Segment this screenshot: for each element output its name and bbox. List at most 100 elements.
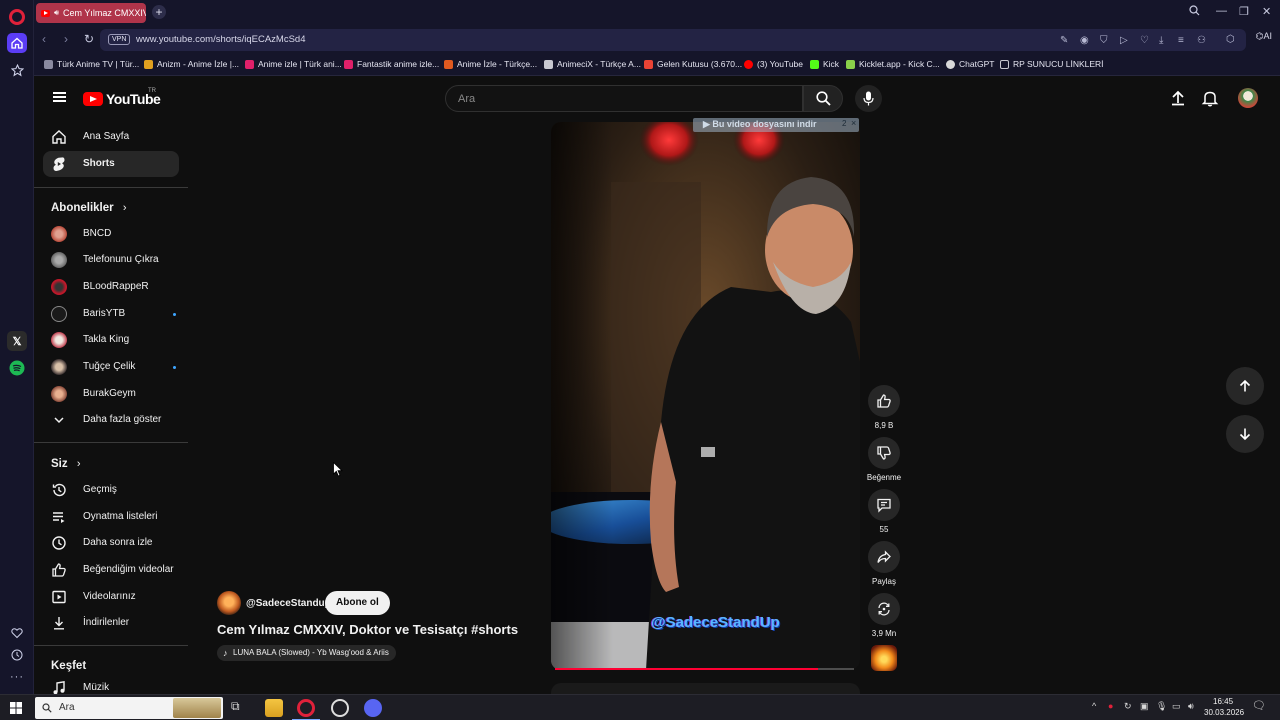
guide-item-downloads[interactable]: İndirilenler [43, 610, 179, 636]
profile-icon[interactable]: ⚇ [1197, 35, 1206, 46]
account-avatar[interactable] [1238, 88, 1258, 108]
short-title[interactable]: Cem Yılmaz CMXXIV, Doktor ve Tesisatçı #… [217, 622, 518, 637]
back-icon[interactable]: ‹ [42, 32, 46, 46]
task-view-icon[interactable]: ⧉ [231, 699, 249, 717]
opera-logo-icon[interactable] [9, 9, 25, 25]
next-short-button[interactable] [1226, 415, 1264, 453]
dislike-button[interactable] [868, 437, 900, 469]
bookmark-item[interactable]: (3) YouTube [744, 59, 803, 69]
forward-icon[interactable]: › [64, 32, 68, 46]
tray-record-icon[interactable]: ● [1108, 701, 1113, 711]
share-button[interactable] [868, 541, 900, 573]
bookmark-item[interactable]: Gelen Kutusu (3.670... [644, 59, 742, 69]
you-header[interactable]: Siz › [51, 458, 81, 470]
guide-item-shorts[interactable]: Shorts [43, 151, 179, 177]
bookmark-item[interactable]: Kick [810, 59, 839, 69]
bookmark-item[interactable]: Türk Anime TV | Tür... [44, 59, 139, 69]
minimize-icon[interactable]: — [1216, 5, 1227, 17]
file-explorer-icon[interactable] [265, 699, 283, 717]
subscriptions-header[interactable]: Abonelikler › [51, 202, 127, 214]
star-icon[interactable] [7, 60, 27, 80]
bookmark-item[interactable]: AnimeciX - Türkçe A... [544, 59, 641, 69]
tray-volume-icon[interactable]: 🔊︎ [1188, 701, 1194, 712]
notification-center-icon[interactable]: 🗨︎ [1252, 699, 1266, 712]
voice-search-button[interactable] [855, 85, 882, 112]
subscribe-button[interactable]: Abone ol [325, 591, 390, 615]
guide-item-watch-later[interactable]: Daha sonra izle [43, 530, 179, 556]
download-icon[interactable]: ⤓ [1159, 35, 1163, 46]
notifications-icon[interactable] [1201, 89, 1219, 107]
play-icon[interactable]: ▷ [1120, 35, 1128, 46]
previous-short-button[interactable] [1226, 367, 1264, 405]
subscription-item[interactable]: Telefonunu Çıkra [43, 247, 179, 273]
edit-icon[interactable]: ✎ [1060, 35, 1068, 46]
upload-icon[interactable] [1169, 89, 1187, 107]
tray-mic-icon[interactable]: 🎙︎ [1156, 701, 1167, 712]
menu-list-icon[interactable]: ≡ [1178, 35, 1184, 46]
tab-active[interactable]: 🔊︎ Cem Yılmaz CMXXIV, D [36, 3, 146, 23]
guide-item-your-videos[interactable]: Videolarınız [43, 584, 179, 610]
x-twitter-icon[interactable]: 𝕏 [7, 331, 27, 351]
tray-app-icon[interactable]: ▣ [1140, 701, 1149, 712]
aria-ai-button[interactable]: ⌬AI [1256, 31, 1272, 42]
guide-item-music[interactable]: Müzik [43, 675, 179, 694]
search-input[interactable]: Ara [445, 85, 803, 112]
discord-icon[interactable] [364, 699, 382, 717]
clock-date[interactable]: 30.03.2026 [1204, 708, 1244, 717]
subscription-item[interactable]: BNCD [43, 221, 179, 247]
guide-item-history[interactable]: Geçmiş [43, 477, 179, 503]
taskbar-search[interactable]: Ara [35, 697, 223, 719]
download-video-banner[interactable]: ▶ Bu video dosyasını indir 2 × [693, 118, 859, 132]
show-more-button[interactable]: Daha fazla göster [43, 407, 179, 433]
home-icon[interactable] [7, 33, 27, 53]
bookmark-folder[interactable]: RP SUNUCU LİNKLERİ [1000, 59, 1104, 69]
subscription-item[interactable]: Takla King [43, 327, 179, 353]
url-text[interactable]: www.youtube.com/shorts/iqECAzMcSd4 [136, 34, 305, 45]
vpn-badge[interactable]: VPN [108, 34, 131, 45]
subscription-item[interactable]: BLoodRappeR [43, 274, 179, 300]
search-button[interactable] [803, 85, 843, 112]
channel-name[interactable]: @SadeceStandup [246, 598, 331, 609]
extensions-icon[interactable]: ⬡ [1226, 34, 1235, 45]
subscription-item[interactable]: BarisYTB [43, 301, 179, 327]
comments-button[interactable] [868, 489, 900, 521]
subscription-item[interactable]: Tuğçe Çelik [43, 354, 179, 380]
bookmark-item[interactable]: ChatGPT [946, 59, 994, 69]
address-bar[interactable]: VPN www.youtube.com/shorts/iqECAzMcSd4 ✎… [100, 29, 1246, 51]
tray-chevron-icon[interactable]: ^ [1092, 701, 1096, 711]
guide-item-playlists[interactable]: Oynatma listeleri [43, 504, 179, 530]
opera-gx-icon[interactable] [331, 699, 349, 717]
menu-icon[interactable] [53, 92, 66, 102]
channel-avatar[interactable] [217, 591, 241, 615]
history-icon[interactable] [7, 645, 27, 665]
heart-icon[interactable] [7, 623, 27, 643]
bookmark-item[interactable]: Anizm - Anime İzle |... [144, 59, 239, 69]
bookmark-item[interactable]: Kicklet.app - Kick C... [846, 59, 940, 69]
spotify-icon[interactable] [7, 358, 27, 378]
remix-button[interactable] [868, 593, 900, 625]
shield-icon[interactable]: ⛉ [1100, 35, 1108, 46]
close-window-icon[interactable]: ✕ [1262, 5, 1271, 18]
opera-browser-icon[interactable] [297, 699, 315, 717]
sound-thumbnail[interactable] [871, 645, 897, 671]
windows-start-icon[interactable] [10, 702, 22, 714]
clock-time[interactable]: 16:45 [1213, 697, 1233, 706]
tray-sync-icon[interactable]: ↻ [1124, 701, 1132, 712]
bookmark-item[interactable]: Anime İzle - Türkçe... [444, 59, 537, 69]
music-pill[interactable]: ♪ LUNA BALA (Slowed) - Yb Wasg'ood & Ari… [217, 645, 396, 661]
guide-item-liked-videos[interactable]: Beğendiğim videolar [43, 557, 179, 583]
tray-network-icon[interactable]: ▭ [1172, 701, 1181, 712]
download-banner-text[interactable]: ▶ Bu video dosyasını indir [703, 119, 816, 130]
video-progress-bar[interactable] [555, 668, 854, 670]
maximize-icon[interactable]: ❐ [1239, 5, 1249, 18]
more-icon[interactable]: ··· [7, 667, 27, 687]
reload-icon[interactable]: ↻ [84, 32, 94, 46]
like-button[interactable] [868, 385, 900, 417]
favorite-icon[interactable]: ♡ [1140, 35, 1149, 46]
shorts-video-player[interactable] [551, 122, 860, 670]
bookmark-item[interactable]: Anime izle | Türk ani... [245, 59, 342, 69]
camera-icon[interactable]: ◉ [1080, 35, 1089, 46]
search-tabs-icon[interactable] [1189, 5, 1200, 19]
bookmark-item[interactable]: Fantastik anime izle... [344, 59, 439, 69]
new-tab-button[interactable]: + [152, 5, 166, 19]
